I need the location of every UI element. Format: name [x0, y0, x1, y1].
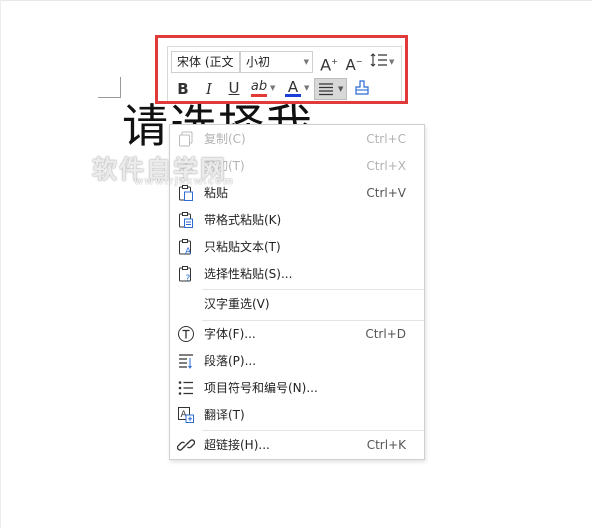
- menu-item-label: 复制(C): [204, 132, 246, 146]
- menu-item-hyperlink[interactable]: 超链接(H)... Ctrl+K: [170, 432, 424, 458]
- menu-separator: [202, 289, 424, 290]
- svg-text:A: A: [185, 247, 192, 256]
- bullets-icon: [178, 381, 193, 395]
- menu-item-shortcut: Ctrl+K: [366, 438, 406, 452]
- menu-separator: [202, 430, 424, 431]
- page-margin-marker: [98, 77, 121, 98]
- page-left-edge: [0, 0, 1, 528]
- toolbar-highlight-frame: [155, 35, 408, 104]
- menu-item-shortcut: Ctrl+D: [365, 327, 406, 341]
- copy-icon: [179, 131, 193, 147]
- menu-item-shortcut: Ctrl+X: [366, 159, 406, 173]
- page-top-edge: [0, 0, 592, 1]
- menu-item-label: 只粘贴文本(T): [204, 240, 281, 254]
- watermark-url: www.rjzxw.com: [134, 176, 235, 187]
- menu-item-font[interactable]: 字体(F)... Ctrl+D: [170, 321, 424, 347]
- menu-item-reselect-chinese[interactable]: 汉字重选(V): [170, 291, 424, 317]
- menu-item-label: 字体(F)...: [204, 327, 256, 341]
- paste-format-icon: [179, 212, 193, 228]
- paste-special-icon: ?: [179, 266, 191, 283]
- font-icon: [178, 326, 194, 342]
- menu-item-label: 项目符号和编号(N)...: [204, 381, 318, 395]
- menu-item-label: 带格式粘贴(K): [204, 213, 282, 227]
- menu-item-bullets-numbering[interactable]: 项目符号和编号(N)...: [170, 375, 424, 401]
- menu-item-paste-text-only[interactable]: A 只粘贴文本(T): [170, 234, 424, 260]
- menu-item-label: 段落(P)...: [204, 354, 257, 368]
- menu-item-shortcut: Ctrl+C: [366, 132, 406, 146]
- menu-item-translate[interactable]: A 翻译(T): [170, 402, 424, 428]
- menu-item-copy[interactable]: 复制(C) Ctrl+C: [170, 126, 424, 152]
- menu-item-paste-special[interactable]: ? 选择性粘贴(S)...: [170, 261, 424, 287]
- menu-item-label: 翻译(T): [204, 408, 245, 422]
- translate-icon: A: [178, 407, 194, 423]
- svg-text:?: ?: [186, 274, 191, 283]
- menu-item-label: 汉字重选(V): [204, 297, 270, 311]
- paste-text-icon: A: [179, 239, 192, 256]
- menu-item-label: 选择性粘贴(S)...: [204, 267, 293, 281]
- menu-item-label: 超链接(H)...: [204, 438, 270, 452]
- menu-item-shortcut: Ctrl+V: [366, 186, 406, 200]
- menu-item-paste-with-format[interactable]: 带格式粘贴(K): [170, 207, 424, 233]
- paragraph-icon: [179, 354, 193, 369]
- menu-item-paragraph[interactable]: 段落(P)...: [170, 348, 424, 374]
- hyperlink-icon: [177, 439, 195, 451]
